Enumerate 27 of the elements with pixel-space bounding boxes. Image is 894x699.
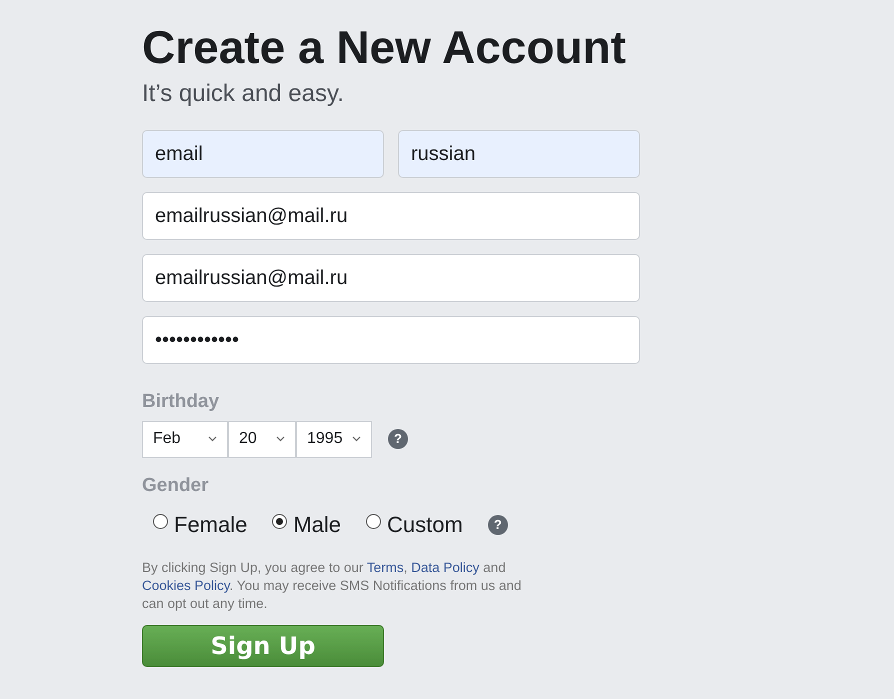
help-icon[interactable]: ?	[488, 514, 508, 534]
help-icon[interactable]: ?	[388, 429, 408, 449]
caret-icon	[276, 436, 285, 442]
input-field[interactable]: ••••••••••••	[142, 316, 640, 364]
radio-label[interactable]: Male	[293, 508, 342, 541]
last-name-field[interactable]: russian	[398, 130, 640, 178]
date-select[interactable]: 20	[228, 420, 296, 458]
caret-icon	[352, 436, 361, 442]
date-select[interactable]: Feb	[142, 420, 228, 458]
subtitle: It’s quick and easy.	[142, 79, 345, 109]
legal-link[interactable]: Cookies Policy	[142, 578, 230, 593]
input-field[interactable]: emailrussian@mail.ru	[142, 192, 640, 240]
birthday-label: Birthday	[142, 390, 220, 414]
date-select[interactable]: 1995	[296, 420, 372, 458]
caret-icon	[208, 436, 217, 442]
radio-button[interactable]	[153, 514, 168, 529]
legal-link[interactable]: Data Policy	[411, 560, 480, 575]
legal-link[interactable]: Terms	[366, 560, 404, 575]
radio-button[interactable]	[272, 514, 288, 529]
radio-button[interactable]	[366, 514, 382, 529]
radio-label[interactable]: Female	[174, 508, 248, 541]
gender-label: Gender	[142, 474, 210, 498]
legal-text: By clicking Sign Up, you agree to our Terms, Data Policy and Cookies Policy. You may receive SMS Notifications from us and can opt out any time.	[142, 559, 522, 613]
first-name-field[interactable]: email	[142, 130, 384, 178]
input-field[interactable]: emailrussian@mail.ru	[142, 254, 640, 302]
page-title: Create a New Account	[142, 20, 627, 74]
radio-label[interactable]: Custom	[387, 508, 463, 541]
